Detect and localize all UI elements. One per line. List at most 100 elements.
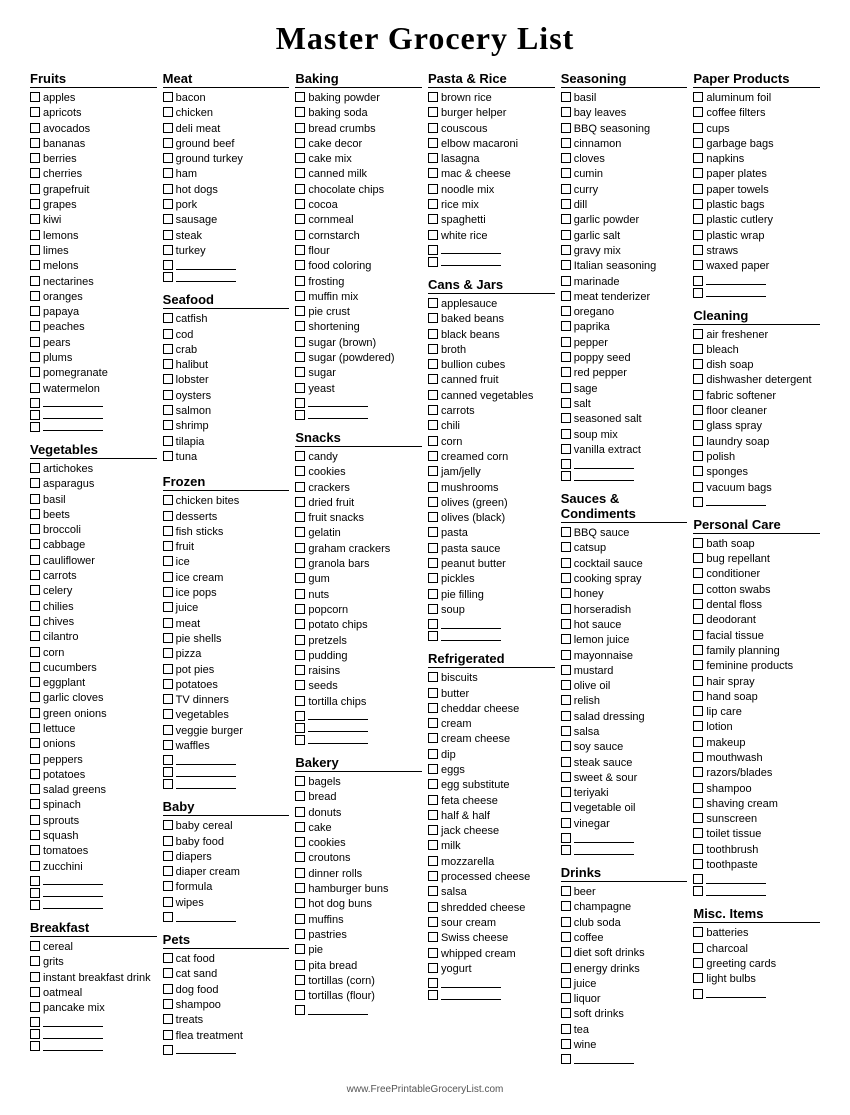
checkbox[interactable]	[693, 721, 703, 731]
blank-checkbox[interactable]	[561, 1054, 571, 1064]
checkbox[interactable]	[693, 123, 703, 133]
checkbox[interactable]	[428, 436, 438, 446]
list-item[interactable]: eggs	[428, 763, 555, 777]
list-item[interactable]: pie shells	[163, 632, 290, 646]
checkbox[interactable]	[561, 398, 571, 408]
list-item[interactable]: onions	[30, 737, 157, 751]
checkbox[interactable]	[428, 329, 438, 339]
list-item[interactable]: cookies	[295, 465, 422, 479]
list-item[interactable]: juice	[561, 977, 688, 991]
list-item[interactable]: croutons	[295, 851, 422, 865]
checkbox[interactable]	[428, 932, 438, 942]
checkbox[interactable]	[561, 1039, 571, 1049]
list-item[interactable]: bleach	[693, 343, 820, 357]
checkbox[interactable]	[30, 956, 40, 966]
list-item[interactable]: noodle mix	[428, 183, 555, 197]
list-item[interactable]: club soda	[561, 916, 688, 930]
list-item[interactable]: chili	[428, 419, 555, 433]
checkbox[interactable]	[295, 123, 305, 133]
list-item[interactable]: steak	[163, 229, 290, 243]
list-item[interactable]: feminine products	[693, 659, 820, 673]
list-item[interactable]: sour cream	[428, 916, 555, 930]
checkbox[interactable]	[30, 708, 40, 718]
checkbox[interactable]	[428, 390, 438, 400]
checkbox[interactable]	[163, 664, 173, 674]
checkbox[interactable]	[561, 665, 571, 675]
list-item[interactable]: broccoli	[30, 523, 157, 537]
checkbox[interactable]	[30, 524, 40, 534]
list-item[interactable]: shampoo	[163, 998, 290, 1012]
checkbox[interactable]	[30, 352, 40, 362]
list-item[interactable]: cherries	[30, 167, 157, 181]
list-item[interactable]: sprouts	[30, 814, 157, 828]
list-item[interactable]: plums	[30, 351, 157, 365]
checkbox[interactable]	[428, 764, 438, 774]
list-item[interactable]: mushrooms	[428, 481, 555, 495]
list-item[interactable]: lobster	[163, 373, 290, 387]
checkbox[interactable]	[295, 199, 305, 209]
blank-checkbox[interactable]	[295, 711, 305, 721]
list-item[interactable]: asparagus	[30, 477, 157, 491]
checkbox[interactable]	[561, 901, 571, 911]
checkbox[interactable]	[428, 749, 438, 759]
checkbox[interactable]	[428, 589, 438, 599]
list-item[interactable]: marinade	[561, 275, 688, 289]
checkbox[interactable]	[561, 650, 571, 660]
list-item[interactable]: lotion	[693, 720, 820, 734]
list-item[interactable]: chives	[30, 615, 157, 629]
list-item[interactable]: baby food	[163, 835, 290, 849]
list-item[interactable]: dinner rolls	[295, 867, 422, 881]
checkbox[interactable]	[561, 138, 571, 148]
blank-checkbox[interactable]	[693, 874, 703, 884]
list-item[interactable]: vanilla extract	[561, 443, 688, 457]
blank-checkbox[interactable]	[30, 410, 40, 420]
checkbox[interactable]	[295, 383, 305, 393]
checkbox[interactable]	[561, 604, 571, 614]
list-item[interactable]: pancake mix	[30, 1001, 157, 1015]
blank-checkbox[interactable]	[428, 990, 438, 1000]
list-item[interactable]: ice cream	[163, 571, 290, 585]
list-item[interactable]: melons	[30, 259, 157, 273]
checkbox[interactable]	[163, 953, 173, 963]
checkbox[interactable]	[30, 830, 40, 840]
list-item[interactable]: pie	[295, 943, 422, 957]
list-item[interactable]: oregano	[561, 305, 688, 319]
blank-checkbox[interactable]	[295, 1005, 305, 1015]
checkbox[interactable]	[30, 845, 40, 855]
checkbox[interactable]	[561, 153, 571, 163]
checkbox[interactable]	[295, 635, 305, 645]
list-item[interactable]: steak sauce	[561, 756, 688, 770]
checkbox[interactable]	[295, 619, 305, 629]
checkbox[interactable]	[295, 466, 305, 476]
list-item[interactable]: eggplant	[30, 676, 157, 690]
checkbox[interactable]	[163, 184, 173, 194]
checkbox[interactable]	[295, 868, 305, 878]
list-item[interactable]: squash	[30, 829, 157, 843]
list-item[interactable]: beer	[561, 885, 688, 899]
list-item[interactable]: salmon	[163, 404, 290, 418]
checkbox[interactable]	[30, 337, 40, 347]
list-item[interactable]: cinnamon	[561, 137, 688, 151]
checkbox[interactable]	[163, 436, 173, 446]
blank-checkbox[interactable]	[30, 1041, 40, 1051]
list-item[interactable]: elbow macaroni	[428, 137, 555, 151]
checkbox[interactable]	[693, 737, 703, 747]
list-item[interactable]: flour	[295, 244, 422, 258]
list-item[interactable]: garbage bags	[693, 137, 820, 151]
list-item[interactable]: chocolate chips	[295, 183, 422, 197]
checkbox[interactable]	[163, 709, 173, 719]
list-item[interactable]: honey	[561, 587, 688, 601]
blank-checkbox[interactable]	[428, 257, 438, 267]
list-item[interactable]: bananas	[30, 137, 157, 151]
list-item[interactable]: brown rice	[428, 91, 555, 105]
checkbox[interactable]	[693, 245, 703, 255]
list-item[interactable]: air freshener	[693, 328, 820, 342]
list-item[interactable]: aluminum foil	[693, 91, 820, 105]
checkbox[interactable]	[30, 692, 40, 702]
checkbox[interactable]	[561, 726, 571, 736]
checkbox[interactable]	[30, 723, 40, 733]
list-item[interactable]: treats	[163, 1013, 290, 1027]
list-item[interactable]: cheddar cheese	[428, 702, 555, 716]
checkbox[interactable]	[428, 168, 438, 178]
list-item[interactable]: cups	[693, 122, 820, 136]
